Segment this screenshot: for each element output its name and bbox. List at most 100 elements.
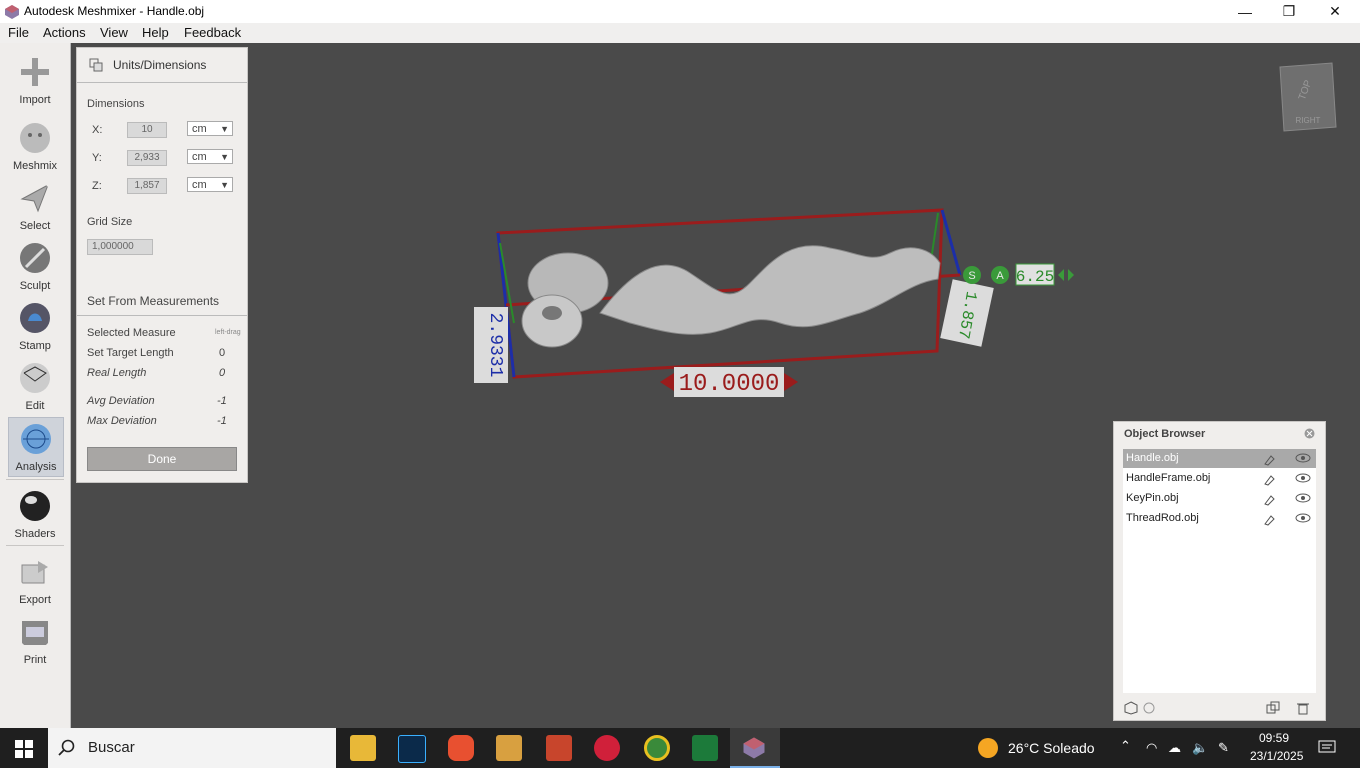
shaders-tool[interactable]: Shaders bbox=[8, 485, 62, 543]
file-explorer-icon[interactable] bbox=[350, 735, 376, 761]
visibility-eye-icon[interactable] bbox=[1295, 453, 1311, 463]
scale-widget[interactable]: S A 6.25 bbox=[963, 263, 1074, 286]
real-length-value: 0 bbox=[219, 367, 226, 379]
x-unit-value: cm bbox=[192, 123, 207, 135]
print-tool[interactable]: Print bbox=[8, 611, 62, 669]
visibility-eye-icon[interactable] bbox=[1295, 493, 1311, 503]
photoshop-icon[interactable] bbox=[398, 735, 426, 763]
target-length-value[interactable]: 0 bbox=[219, 347, 225, 359]
z-value-field[interactable]: 1,857 bbox=[127, 178, 167, 194]
z-unit-value: cm bbox=[192, 179, 207, 191]
list-item[interactable]: Handle.obj bbox=[1123, 449, 1316, 468]
cloud-icon[interactable]: ☁ bbox=[1168, 740, 1181, 756]
weather-text[interactable]: 26°C Soleado bbox=[1008, 740, 1095, 756]
menu-view[interactable]: View bbox=[100, 25, 128, 40]
edit-object-icon[interactable] bbox=[1263, 512, 1277, 526]
panel-collapse-icon[interactable] bbox=[89, 58, 103, 72]
edit-object-icon[interactable] bbox=[1263, 472, 1277, 486]
depth-measure[interactable]: 1.857 bbox=[940, 279, 994, 347]
length-measure[interactable]: 10.0000 bbox=[660, 367, 798, 398]
x-value-field[interactable]: 10 bbox=[127, 122, 167, 138]
wifi-icon[interactable]: ◠ bbox=[1146, 740, 1157, 756]
export-tool[interactable]: Export bbox=[8, 551, 62, 609]
minimize-button[interactable]: — bbox=[1222, 0, 1268, 23]
height-measure[interactable]: 2.9331 bbox=[474, 307, 508, 383]
object-browser: Object Browser Handle.obj HandleFrame.ob… bbox=[1113, 421, 1326, 721]
object-list: Handle.obj HandleFrame.obj KeyPin.obj Th… bbox=[1123, 449, 1316, 693]
grid-size-field[interactable]: 1,000000 bbox=[87, 239, 153, 255]
analysis-icon bbox=[21, 424, 51, 454]
avg-deviation-label: Avg Deviation bbox=[87, 395, 155, 407]
menu-actions[interactable]: Actions bbox=[43, 25, 86, 40]
x-unit-select[interactable]: cm ▼ bbox=[187, 121, 233, 136]
stamp-icon bbox=[20, 303, 50, 333]
media-player-icon[interactable] bbox=[496, 735, 522, 761]
edit-tool[interactable]: Edit bbox=[8, 357, 62, 415]
menu-feedback[interactable]: Feedback bbox=[184, 25, 241, 40]
notifications-icon[interactable] bbox=[1318, 740, 1336, 756]
add-object-icon[interactable] bbox=[1124, 701, 1138, 715]
edit-object-icon[interactable] bbox=[1263, 452, 1277, 466]
search-icon bbox=[58, 739, 75, 756]
edit-object-icon[interactable] bbox=[1263, 492, 1277, 506]
sculpt-tool[interactable]: Sculpt bbox=[8, 237, 62, 295]
panel-title: Units/Dimensions bbox=[113, 58, 207, 72]
menu-file[interactable]: File bbox=[8, 25, 29, 40]
brave-browser-icon[interactable] bbox=[448, 735, 474, 761]
grid-size-heading: Grid Size bbox=[87, 216, 133, 228]
select-tool[interactable]: Select bbox=[8, 177, 62, 235]
close-icon[interactable] bbox=[1304, 428, 1315, 439]
meshmix-label: Meshmix bbox=[12, 160, 57, 172]
red-app-icon[interactable] bbox=[594, 735, 620, 761]
z-unit-select[interactable]: cm ▼ bbox=[187, 177, 233, 192]
search-placeholder: Buscar bbox=[88, 739, 135, 756]
maximize-button[interactable]: ❐ bbox=[1266, 0, 1312, 23]
dimensions-heading: Dimensions bbox=[87, 98, 145, 110]
import-label: Import bbox=[19, 94, 51, 106]
shaders-icon bbox=[20, 491, 50, 521]
y-label: Y: bbox=[92, 152, 102, 164]
y-unit-select[interactable]: cm ▼ bbox=[187, 149, 233, 164]
close-button[interactable]: ✕ bbox=[1312, 0, 1358, 23]
duplicate-icon[interactable] bbox=[1266, 701, 1280, 715]
clock-date[interactable]: 23/1/2025 bbox=[1250, 749, 1303, 763]
meshmixer-app-icon bbox=[5, 5, 19, 19]
handle-mesh[interactable] bbox=[521, 245, 941, 348]
meshmixer-m-icon[interactable] bbox=[692, 735, 718, 761]
windows-start-icon[interactable] bbox=[15, 740, 33, 758]
view-cube[interactable]: TOP RIGHT bbox=[1279, 62, 1337, 132]
import-icon bbox=[21, 58, 49, 86]
pen-icon[interactable]: ✎ bbox=[1218, 740, 1229, 756]
done-button[interactable]: Done bbox=[87, 447, 237, 471]
volume-icon[interactable]: 🔈 bbox=[1192, 740, 1208, 756]
target-length-label: Set Target Length bbox=[87, 347, 174, 359]
visibility-eye-icon[interactable] bbox=[1295, 513, 1311, 523]
meshmixer-taskbar-active[interactable] bbox=[730, 728, 780, 768]
visibility-eye-icon[interactable] bbox=[1295, 473, 1311, 483]
analysis-tool[interactable]: Analysis bbox=[8, 417, 64, 477]
inkscape-icon[interactable] bbox=[546, 735, 572, 761]
menu-help[interactable]: Help bbox=[142, 25, 169, 40]
clock-time[interactable]: 09:59 bbox=[1259, 731, 1289, 745]
chrome-icon[interactable] bbox=[644, 735, 670, 761]
meshmix-tool[interactable]: Meshmix bbox=[8, 117, 62, 175]
edit-label: Edit bbox=[25, 400, 45, 412]
sculpt-icon bbox=[20, 243, 50, 273]
list-item[interactable]: HandleFrame.obj bbox=[1123, 469, 1316, 488]
object-name: HandleFrame.obj bbox=[1126, 472, 1211, 484]
list-item[interactable]: KeyPin.obj bbox=[1123, 489, 1316, 508]
analysis-label: Analysis bbox=[15, 461, 57, 473]
real-length-label: Real Length bbox=[87, 367, 147, 379]
tool-sidebar: Import Meshmix Select Sculpt Stamp Edit … bbox=[0, 43, 71, 728]
weather-sun-icon[interactable] bbox=[978, 738, 998, 758]
list-item[interactable]: ThreadRod.obj bbox=[1123, 509, 1316, 528]
trash-icon[interactable] bbox=[1296, 701, 1310, 715]
stamp-tool[interactable]: Stamp bbox=[8, 297, 62, 355]
a-button: A bbox=[996, 270, 1004, 282]
panel-divider bbox=[77, 315, 247, 316]
y-value-field[interactable]: 2,933 bbox=[127, 150, 167, 166]
taskbar-search[interactable]: Buscar bbox=[48, 728, 336, 768]
chevron-up-icon[interactable]: ⌃ bbox=[1120, 738, 1131, 754]
import-tool[interactable]: Import bbox=[8, 51, 62, 109]
settings-icon[interactable] bbox=[1142, 701, 1156, 715]
